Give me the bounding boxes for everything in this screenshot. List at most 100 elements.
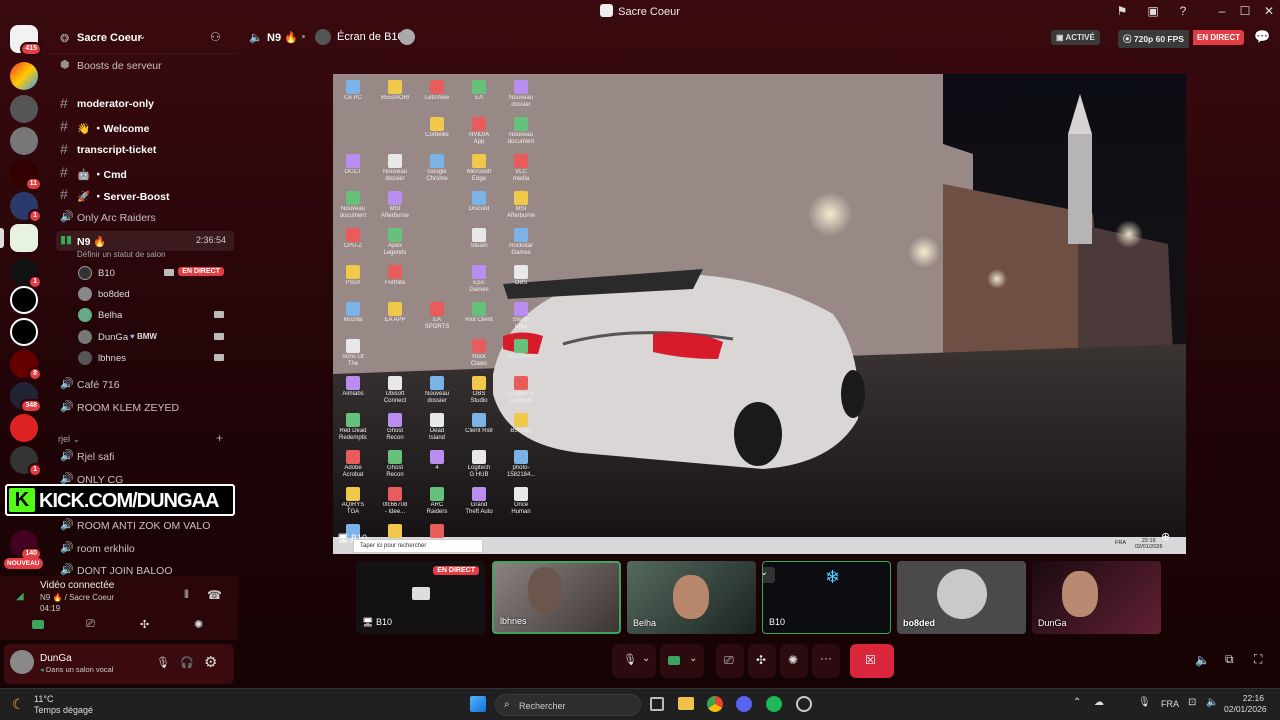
activities-icon[interactable]: ✣	[140, 618, 149, 631]
server-icon[interactable]: 1	[10, 446, 42, 477]
server-icon[interactable]	[10, 318, 38, 346]
desktop-icon: VALORANT	[507, 339, 535, 361]
voice-user-dunga[interactable]: DunGa ♥ BMW	[70, 327, 230, 347]
close-icon[interactable]: ✕	[1261, 3, 1277, 19]
popout-icon[interactable]: ⧉	[1225, 652, 1234, 667]
voice-user-bo8ded[interactable]: bo8ded	[70, 284, 230, 304]
inbox-flag-icon[interactable]: ⚑	[1114, 3, 1130, 19]
discord-icon[interactable]	[736, 696, 752, 712]
disconnect-icon[interactable]: ☎	[207, 588, 222, 602]
channel-rjel-safi[interactable]: 🔊 Rjel safi	[56, 447, 234, 467]
activities-button[interactable]: ✣	[748, 644, 776, 678]
soundboard-button[interactable]: ✺	[780, 644, 808, 678]
mic-icon[interactable]: 🎙	[1138, 697, 1151, 708]
new-badge: NOUVEAU	[4, 558, 43, 569]
settings-gear-icon[interactable]: ⚙	[204, 653, 217, 671]
voice-user-belha[interactable]: Belha	[70, 305, 230, 325]
screen-share-icon[interactable]: ⎚	[86, 618, 95, 631]
channel-welcome[interactable]: # 👋 ・Welcome	[56, 117, 234, 137]
server-icon[interactable]: 348	[10, 382, 42, 413]
server-icon[interactable]	[10, 95, 38, 123]
file-explorer-icon[interactable]	[678, 697, 694, 710]
chevron-down-icon[interactable]: ⌄	[763, 567, 775, 583]
set-channel-status[interactable]: Définir un statut de salon	[77, 250, 166, 259]
server-icon[interactable]	[10, 286, 38, 314]
tile-belha[interactable]: Belha	[627, 561, 756, 634]
tile-bo8ded[interactable]: bo8ded	[897, 561, 1026, 634]
app-icon	[472, 450, 486, 464]
voice-user-lbhnes[interactable]: lbhnes	[70, 348, 230, 368]
camera-button[interactable]: ⌄	[660, 644, 704, 678]
direct-messages-button[interactable]: 415	[10, 25, 42, 56]
voice-user-b10[interactable]: B10 EN DIRECT	[70, 263, 230, 283]
volume-icon[interactable]: 🔈	[1206, 697, 1218, 708]
chevron-up-icon[interactable]: ⌃	[1073, 697, 1081, 708]
soundboard-wave-icon[interactable]: ⦀	[184, 589, 189, 602]
spotify-icon[interactable]	[766, 696, 782, 712]
screen-share-button[interactable]: ⎚	[716, 644, 744, 678]
server-icon[interactable]	[10, 414, 38, 442]
tile-b10-stream[interactable]: EN DIRECT 🖥 B10	[356, 561, 485, 634]
windows-taskbar: ☾ 11°C Temps dégagé ⌕ Rechercher ⌃ ☁ 🎙 F…	[0, 688, 1280, 720]
zoom-icon[interactable]: ⊕	[1161, 530, 1170, 543]
activities-icon: ✣	[756, 653, 767, 667]
avatar[interactable]	[10, 650, 34, 674]
channel-cafe-716[interactable]: 🔊 Café 716	[56, 375, 234, 395]
tile-b10-camera[interactable]: ⌄ ❄ B10	[762, 561, 891, 634]
sacre-coeur-server[interactable]	[0, 224, 38, 252]
server-icon[interactable]: 8	[10, 350, 42, 381]
app-icon[interactable]	[796, 696, 812, 712]
server-icon[interactable]: 1	[10, 258, 42, 289]
server-icon[interactable]	[10, 127, 38, 155]
more-button[interactable]: ···	[812, 644, 840, 678]
leave-call-button[interactable]: ☒	[850, 644, 894, 678]
mic-icon[interactable]: 🎙	[156, 656, 170, 669]
app-icon	[430, 376, 444, 390]
channel-anti-zok[interactable]: 🔊 ROOM ANTI ZOK OM VALO	[56, 516, 234, 536]
screen-share-stream[interactable]: Ce PC B550AORUSELI... LetsView EA Nouveau do…	[333, 74, 1186, 554]
hash-icon: #	[60, 118, 68, 134]
hash-icon: #	[60, 186, 68, 202]
server-icon[interactable]: 1	[10, 192, 42, 223]
help-icon[interactable]: ?	[1175, 3, 1191, 19]
minimize-icon[interactable]: –	[1214, 3, 1230, 19]
channel-only-arc-raiders[interactable]: 🔊 Only Arc Raiders	[56, 208, 234, 228]
category-rjel[interactable]: rjel ⌄	[58, 434, 80, 445]
channel-moderator-only[interactable]: # moderator-only	[56, 94, 234, 114]
invite-icon[interactable]: ⚇	[210, 30, 221, 44]
channel-room-klem-zeyed[interactable]: 🔊 ROOM KLEM ZEYED	[56, 398, 234, 418]
tile-lbhnes[interactable]: lbhnes	[492, 561, 621, 634]
chat-bubble-icon[interactable]: 💬	[1254, 29, 1270, 45]
mic-icon: 🎙	[623, 654, 637, 666]
server-header[interactable]: ❂ Sacre Coeur ⌄ ⚇	[48, 22, 238, 54]
channel-server-boost[interactable]: # 🚀 ・Server-Boost	[56, 185, 234, 205]
network-icon[interactable]: ⊡	[1188, 697, 1196, 708]
app-icon	[388, 191, 402, 205]
onedrive-icon[interactable]: ☁	[1094, 697, 1104, 708]
server-icon[interactable]: 11	[10, 160, 42, 191]
channel-cmd[interactable]: # 🤖 ・Cmd	[56, 163, 234, 183]
soundboard-icon[interactable]: ✺	[194, 618, 203, 631]
volume-icon[interactable]: 🔈	[1195, 653, 1210, 667]
title-bar: Sacre Coeur ⚑ ▣ ? – ☐ ✕	[0, 0, 1280, 22]
voice-channel-n9[interactable]: ▮▮ N9 🔥 2:36:54	[56, 231, 234, 251]
maximize-icon[interactable]: ☐	[1237, 3, 1253, 19]
add-channel-icon[interactable]: +	[216, 431, 223, 445]
taskbar-search[interactable]: ⌕ Rechercher	[495, 694, 641, 716]
chrome-icon[interactable]	[707, 696, 723, 712]
tile-dunga[interactable]: DunGa	[1032, 561, 1161, 634]
channel-room-erkhilo[interactable]: 🔊 room erkhilo	[56, 539, 234, 559]
inbox-icon[interactable]: ▣	[1145, 3, 1161, 19]
fullscreen-icon[interactable]: ⛶	[1254, 652, 1262, 667]
task-view-icon[interactable]	[650, 697, 664, 711]
windows-start-icon[interactable]	[470, 696, 486, 712]
server-icon[interactable]: 140	[10, 530, 42, 561]
app-icon	[514, 80, 528, 94]
mic-button[interactable]: 🎙 ⌄	[612, 644, 656, 678]
taskbar-clock[interactable]: 22:16 02/01/2026	[1224, 693, 1267, 715]
boosts-item[interactable]: ⬢ Boosts de serveur	[56, 56, 234, 76]
server-icon[interactable]: 11	[10, 62, 38, 90]
headphones-icon[interactable]: 🎧	[180, 656, 194, 669]
camera-toggle-icon[interactable]	[32, 620, 44, 629]
channel-transcript-ticket[interactable]: # transcript-ticket	[56, 140, 234, 160]
